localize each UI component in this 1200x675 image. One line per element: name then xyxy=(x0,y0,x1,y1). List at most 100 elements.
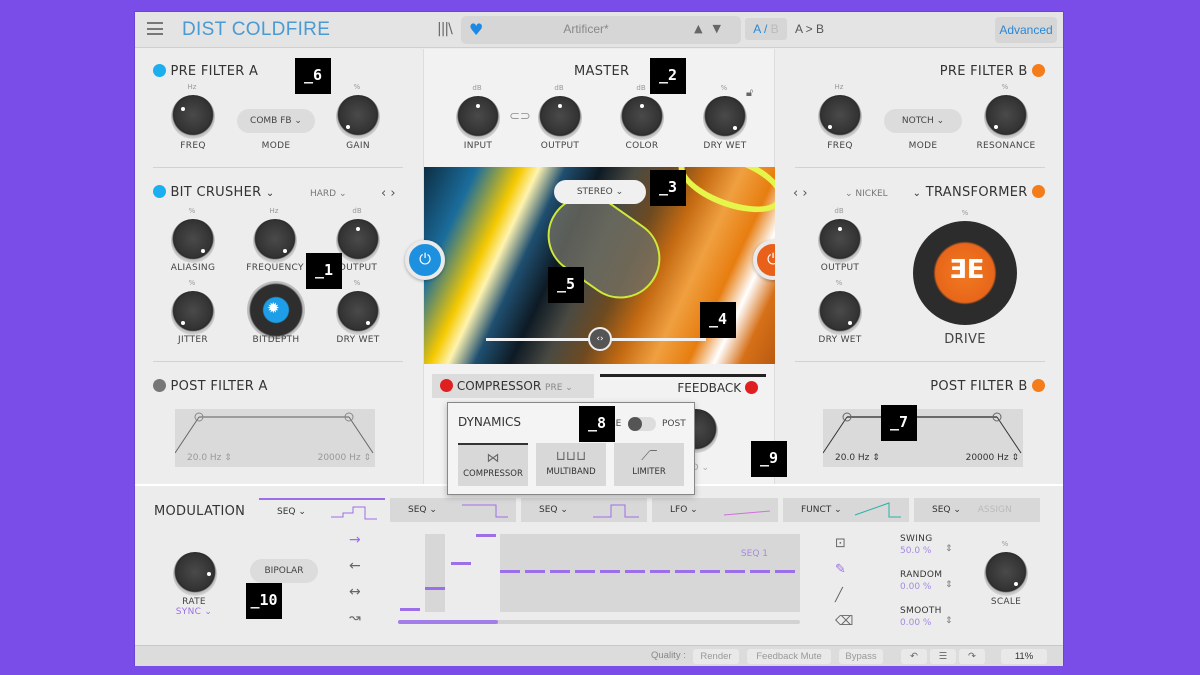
bipolar-button[interactable]: BIPOLAR xyxy=(250,559,318,583)
bit-crusher-title[interactable]: BIT CRUSHER xyxy=(170,185,261,200)
post-filter-b-low-value[interactable]: 20.0 Hz ⇕ xyxy=(835,453,880,463)
mod-tab-5[interactable]: FUNCT ⌄ xyxy=(783,498,909,522)
a-option[interactable]: A xyxy=(753,22,760,36)
stereo-mode-dropdown[interactable]: STEREO ⌄ xyxy=(554,180,646,204)
aliasing-knob[interactable] xyxy=(171,219,215,263)
pencil-icon[interactable]: ✎ xyxy=(835,562,846,577)
sequencer-grid[interactable]: SEQ 1 xyxy=(500,534,800,612)
compressor-enable-toggle[interactable] xyxy=(440,379,453,392)
bit-crusher-drywet-knob[interactable] xyxy=(336,291,380,335)
advanced-button[interactable]: Advanced xyxy=(995,17,1057,43)
feedback-mute-button[interactable]: Feedback Mute xyxy=(747,649,831,664)
random-stepper[interactable]: ⇕ xyxy=(945,580,953,590)
compressor-header[interactable]: COMPRESSOR PRE ⌄ xyxy=(432,374,594,398)
prev-next-icon[interactable]: ‹ › xyxy=(793,186,808,201)
rate-mode-dropdown[interactable]: SYNC ⌄ xyxy=(154,607,234,617)
seq-step[interactable] xyxy=(575,570,595,573)
post-filter-b-high-value[interactable]: 20000 Hz ⇕ xyxy=(966,453,1019,463)
render-button[interactable]: Render xyxy=(693,649,739,664)
feedback-enable-toggle[interactable] xyxy=(745,381,758,394)
forward-direction-icon[interactable]: → xyxy=(349,532,361,548)
random-value[interactable]: 0.00 % xyxy=(900,582,931,592)
master-drywet-knob[interactable] xyxy=(703,96,747,140)
smooth-stepper[interactable]: ⇕ xyxy=(945,616,953,626)
bypass-button[interactable]: Bypass xyxy=(839,649,883,664)
preset-prev-next-arrows[interactable]: ▲▼ xyxy=(694,22,731,35)
left-power-button[interactable]: ⏻ xyxy=(405,240,445,280)
post-filter-a-enable-toggle[interactable] xyxy=(153,379,166,392)
mod-tab-2[interactable]: SEQ ⌄ xyxy=(390,498,516,522)
ab-switch[interactable]: A / B xyxy=(745,18,787,40)
add-icon[interactable]: ⊡ xyxy=(835,536,846,551)
redo-icon[interactable]: ↷ xyxy=(959,649,985,664)
chevron-down-icon[interactable]: ⌄ xyxy=(266,188,275,199)
jitter-knob[interactable] xyxy=(171,291,215,335)
post-filter-a-high-value[interactable]: 20000 Hz ⇕ xyxy=(318,453,371,463)
mod-tab-6[interactable]: SEQ ⌄ ASSIGN xyxy=(914,498,1040,522)
master-input-knob[interactable] xyxy=(456,96,500,140)
random-direction-icon[interactable]: ↝ xyxy=(349,610,361,626)
seq-step[interactable] xyxy=(550,570,570,573)
transformer-drywet-knob[interactable] xyxy=(818,291,862,335)
pre-filter-b-enable-toggle[interactable] xyxy=(1032,64,1045,77)
bit-crusher-type-dropdown[interactable]: HARD ⌄ xyxy=(310,189,347,199)
seq-step[interactable] xyxy=(625,570,645,573)
pre-filter-a-mode-dropdown[interactable]: COMB FB ⌄ xyxy=(237,109,315,133)
dynamics-compressor-option[interactable]: ⋈ COMPRESSOR xyxy=(458,443,528,486)
swing-value[interactable]: 50.0 % xyxy=(900,546,931,556)
seq-step[interactable] xyxy=(500,570,520,573)
resonance-knob[interactable] xyxy=(984,95,1028,139)
pre-filter-b-mode-dropdown[interactable]: NOTCH ⌄ xyxy=(884,109,962,133)
drive-knob[interactable]: ƎE xyxy=(913,221,1017,325)
transformer-output-knob[interactable] xyxy=(818,219,862,263)
seq-step[interactable] xyxy=(650,570,670,573)
seq-step[interactable] xyxy=(476,534,496,537)
menu-icon[interactable] xyxy=(147,22,163,35)
line-icon[interactable]: ╱ xyxy=(835,588,843,603)
seq-step[interactable] xyxy=(425,587,445,590)
seq-step[interactable] xyxy=(525,570,545,573)
b-option[interactable]: B xyxy=(771,22,779,36)
mod-tab-3[interactable]: SEQ ⌄ xyxy=(521,498,647,522)
assign-label[interactable]: ASSIGN xyxy=(978,505,1012,515)
preset-browser[interactable]: ♥ Artificer* ▲▼ xyxy=(461,16,741,44)
post-filter-a-low-value[interactable]: 20.0 Hz ⇕ xyxy=(187,453,232,463)
post-filter-b-enable-toggle[interactable] xyxy=(1032,379,1045,392)
scale-knob[interactable] xyxy=(984,552,1028,596)
prev-next-icon[interactable]: ‹ › xyxy=(381,186,396,201)
pre-filter-a-gain-knob[interactable] xyxy=(336,95,380,139)
seq-step[interactable] xyxy=(400,608,420,611)
swing-stepper[interactable]: ⇕ xyxy=(945,544,953,554)
seq-step[interactable] xyxy=(775,570,795,573)
undo-icon[interactable]: ↶ xyxy=(901,649,927,664)
seq-step[interactable] xyxy=(675,570,695,573)
pre-filter-b-freq-knob[interactable] xyxy=(818,95,862,139)
history-icon[interactable]: ☰ xyxy=(930,649,956,664)
feedback-header[interactable]: FEEDBACK xyxy=(600,374,766,398)
master-color-knob[interactable] xyxy=(620,96,664,140)
dynamics-multiband-option[interactable]: ⊔⊔⊔ MULTIBAND xyxy=(536,443,606,486)
bitdepth-knob[interactable]: ✹ xyxy=(247,281,305,339)
bit-crusher-enable-toggle[interactable] xyxy=(153,185,166,198)
lock-icon[interactable]: 🔓︎ xyxy=(746,86,753,100)
transformer-type-dropdown[interactable]: ⌄ NICKEL xyxy=(845,189,888,199)
link-icon[interactable]: ⊂⊃ xyxy=(509,109,531,124)
smooth-value[interactable]: 0.00 % xyxy=(900,618,931,628)
master-output-knob[interactable] xyxy=(538,96,582,140)
pre-filter-a-freq-knob[interactable] xyxy=(171,95,215,139)
transformer-title[interactable]: TRANSFORMER xyxy=(926,185,1028,200)
seq-step[interactable] xyxy=(451,562,471,565)
library-icon[interactable]: |||\ xyxy=(437,21,453,37)
chevron-down-icon[interactable]: ⌄ xyxy=(913,188,922,199)
preset-name[interactable]: Artificer* xyxy=(461,22,711,36)
post-filter-a-curve[interactable]: 20.0 Hz ⇕ 20000 Hz ⇕ xyxy=(175,409,375,467)
pre-post-toggle[interactable] xyxy=(628,417,656,431)
seq-step[interactable] xyxy=(750,570,770,573)
seq-step[interactable] xyxy=(725,570,745,573)
seq-step[interactable] xyxy=(700,570,720,573)
sequencer-scrollbar[interactable] xyxy=(398,620,800,624)
mod-tab-1[interactable]: SEQ ⌄ xyxy=(259,498,385,522)
dynamics-limiter-option[interactable]: ⟋‾ LIMITER xyxy=(614,443,684,486)
scrollbar-thumb[interactable] xyxy=(398,620,498,624)
seq-step[interactable] xyxy=(600,570,620,573)
